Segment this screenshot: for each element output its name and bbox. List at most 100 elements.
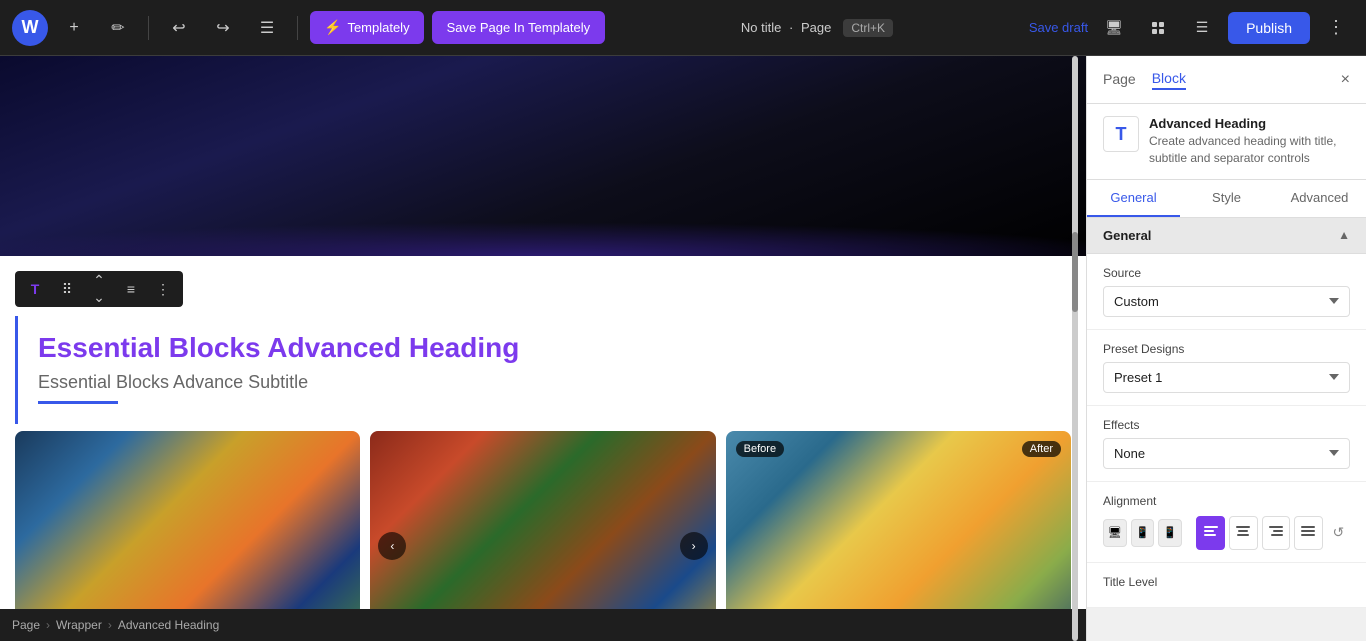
more-icon: ⋮ xyxy=(156,281,170,298)
prev-arrow[interactable]: ‹ xyxy=(378,532,406,560)
before-badge: Before xyxy=(736,441,784,457)
general-section-title: General xyxy=(1103,228,1151,243)
align-left-button[interactable] xyxy=(1196,516,1225,550)
view-toggle-button[interactable]: 🖥 xyxy=(1096,10,1132,46)
panel-close-button[interactable]: × xyxy=(1341,71,1350,89)
heading-underline xyxy=(38,401,118,404)
sub-tabs: General Style Advanced xyxy=(1087,180,1366,218)
sub-heading: Essential Blocks Advance Subtitle xyxy=(38,372,1051,393)
alignment-label: Alignment xyxy=(1103,494,1350,508)
general-section-header: General ▲ xyxy=(1087,218,1366,254)
section-collapse-button[interactable]: ▲ xyxy=(1338,228,1350,242)
title-level-label: Title Level xyxy=(1103,575,1350,589)
align-center-icon xyxy=(1236,524,1250,541)
add-block-button[interactable]: + xyxy=(56,10,92,46)
list-view-button[interactable]: ☰ xyxy=(249,10,285,46)
after-badge: After xyxy=(1022,441,1061,457)
breadcrumb-wrapper: Wrapper xyxy=(56,618,102,632)
block-info: T Advanced Heading Create advanced headi… xyxy=(1087,104,1366,180)
source-select[interactable]: Custom Post Title Site Title xyxy=(1103,286,1350,317)
redo-button[interactable]: ↪ xyxy=(205,10,241,46)
main-layout: T ⠿ ⌃⌄ ≡ ⋮ Essential Blocks Advanced Hea… xyxy=(0,56,1366,641)
pen-button[interactable]: ✏ xyxy=(100,10,136,46)
block-type-icon: T xyxy=(1116,124,1127,145)
effects-select[interactable]: None Fade Slide xyxy=(1103,438,1350,469)
responsive-tablet-button[interactable]: 📱 xyxy=(1131,519,1155,547)
templately-icon: ⚡ xyxy=(324,19,341,36)
sub-tab-advanced[interactable]: Advanced xyxy=(1273,180,1366,217)
effects-label: Effects xyxy=(1103,418,1350,432)
block-name-label: Advanced Heading xyxy=(1149,116,1350,131)
sub-tab-general[interactable]: General xyxy=(1087,180,1180,217)
responsive-mobile-button[interactable]: 📱 xyxy=(1158,519,1182,547)
alignment-buttons: 🖥 📱 📱 xyxy=(1103,516,1350,550)
preset-label: Preset Designs xyxy=(1103,342,1350,356)
align-left-icon xyxy=(1204,524,1218,541)
responsive-desktop-button[interactable]: 🖥 xyxy=(1103,519,1127,547)
save-draft-button[interactable]: Save draft xyxy=(1029,20,1088,35)
sub-tab-style[interactable]: Style xyxy=(1180,180,1273,217)
scroll-track xyxy=(1072,56,1078,641)
move-arrows-button[interactable]: ⌃⌄ xyxy=(85,275,113,303)
align-justify-button[interactable] xyxy=(1294,516,1323,550)
text-type-icon: T xyxy=(31,281,40,297)
block-desc-label: Create advanced heading with title, subt… xyxy=(1149,133,1350,167)
divider-2 xyxy=(297,16,298,40)
canvas-content: T ⠿ ⌃⌄ ≡ ⋮ Essential Blocks Advanced Hea… xyxy=(0,56,1086,641)
more-options-button[interactable]: ⋮ xyxy=(1318,10,1354,46)
templately-button[interactable]: ⚡ Templately xyxy=(310,11,424,44)
heading-block[interactable]: Essential Blocks Advanced Heading Essent… xyxy=(15,316,1071,424)
panel-header: Page Block × xyxy=(1087,56,1366,104)
scroll-thumb[interactable] xyxy=(1072,232,1078,312)
breadcrumb: Page › Wrapper › Advanced Heading xyxy=(0,609,1086,641)
right-panel: Page Block × T Advanced Heading Create a… xyxy=(1086,56,1366,641)
undo-button[interactable]: ↩ xyxy=(161,10,197,46)
title-level-control: Title Level xyxy=(1087,563,1366,608)
block-icon: T xyxy=(1103,116,1139,152)
publish-button[interactable]: Publish xyxy=(1228,12,1310,44)
sidebar-toggle-button[interactable]: ☰ xyxy=(1184,10,1220,46)
keyboard-shortcut-badge: Ctrl+K xyxy=(843,19,893,37)
source-label: Source xyxy=(1103,266,1350,280)
canvas-area: T ⠿ ⌃⌄ ≡ ⋮ Essential Blocks Advanced Hea… xyxy=(0,56,1086,641)
block-type-icon-button[interactable]: T xyxy=(21,275,49,303)
effects-control: Effects None Fade Slide xyxy=(1087,406,1366,482)
panel-body: General ▲ Source Custom Post Title Site … xyxy=(1087,218,1366,641)
align-center-button[interactable] xyxy=(1229,516,1258,550)
more-block-options-button[interactable]: ⋮ xyxy=(149,275,177,303)
align-button[interactable]: ≡ xyxy=(117,275,145,303)
reset-icon: ↺ xyxy=(1333,524,1345,540)
align-right-icon xyxy=(1269,524,1283,541)
align-right-button[interactable] xyxy=(1262,516,1291,550)
preset-designs-control: Preset Designs Preset 1 Preset 2 Preset … xyxy=(1087,330,1366,406)
save-in-templately-button[interactable]: Save Page In Templately xyxy=(432,11,606,44)
top-toolbar: W + ✏ ↩ ↪ ☰ ⚡ Templately Save Page In Te… xyxy=(0,0,1366,56)
breadcrumb-page: Page xyxy=(12,618,40,632)
breadcrumb-block: Advanced Heading xyxy=(118,618,219,632)
block-toolbar: T ⠿ ⌃⌄ ≡ ⋮ xyxy=(15,271,183,307)
block-info-text: Advanced Heading Create advanced heading… xyxy=(1149,116,1350,167)
page-title: No title · Page xyxy=(741,20,831,35)
scrollbar[interactable] xyxy=(1070,56,1078,641)
next-arrow[interactable]: › xyxy=(680,532,708,560)
arrows-icon: ⌃⌄ xyxy=(93,272,105,306)
panel-tabs: Page Block xyxy=(1103,70,1186,90)
wp-logo[interactable]: W xyxy=(12,10,48,46)
breadcrumb-sep-1: › xyxy=(46,618,50,632)
preset-select[interactable]: Preset 1 Preset 2 Preset 3 xyxy=(1103,362,1350,393)
align-icon: ≡ xyxy=(127,281,135,297)
plugin-button[interactable] xyxy=(1140,10,1176,46)
align-justify-icon xyxy=(1301,524,1315,541)
drag-handle-button[interactable]: ⠿ xyxy=(53,275,81,303)
hero-section xyxy=(0,56,1086,256)
alignment-section: Alignment 🖥 📱 📱 xyxy=(1087,482,1366,563)
divider xyxy=(148,16,149,40)
drag-icon: ⠿ xyxy=(62,281,72,298)
tab-block[interactable]: Block xyxy=(1152,70,1186,90)
tab-page[interactable]: Page xyxy=(1103,70,1136,90)
alignment-reset-button[interactable]: ↺ xyxy=(1327,519,1350,547)
breadcrumb-sep-2: › xyxy=(108,618,112,632)
title-area: No title · Page Ctrl+K xyxy=(613,19,1021,37)
source-control: Source Custom Post Title Site Title xyxy=(1087,254,1366,330)
main-heading: Essential Blocks Advanced Heading xyxy=(38,332,1051,364)
